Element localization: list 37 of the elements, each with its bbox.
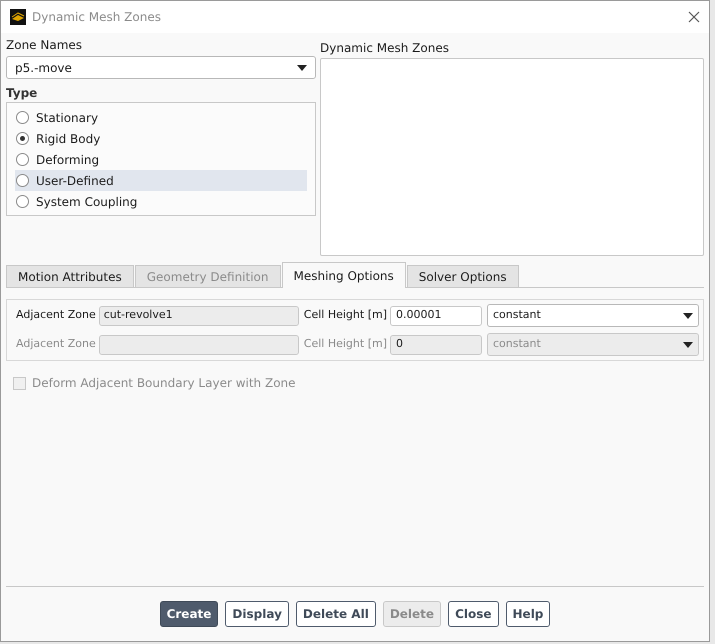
- action-button[interactable]: Delete All: [296, 601, 376, 627]
- adjacent-zone-field[interactable]: [98, 334, 299, 354]
- radio-button[interactable]: [16, 195, 29, 208]
- field-label: Cell Height [m]: [304, 307, 387, 324]
- radio-button[interactable]: [16, 111, 29, 124]
- radio-label: User-Defined: [36, 172, 114, 190]
- field-label: Zone Names: [6, 37, 84, 53]
- app-logo-icon: [10, 9, 26, 25]
- radio-label: Deforming: [36, 152, 100, 168]
- field-label: Adjacent Zone: [16, 307, 96, 324]
- radio-label: Stationary: [36, 110, 98, 126]
- list-label: Dynamic Mesh Zones: [320, 40, 450, 56]
- tab[interactable]: Motion Attributes: [6, 265, 134, 287]
- cell-height-field[interactable]: 0.00001: [390, 306, 482, 326]
- field-label: Cell Height [m]: [304, 336, 387, 352]
- adjacent-zone-field[interactable]: cut-revolve1: [98, 306, 299, 326]
- caret-icon: [297, 64, 307, 70]
- window-title: Dynamic Mesh Zones: [32, 9, 161, 26]
- tab[interactable]: Solver Options: [406, 265, 519, 287]
- caret-icon: [683, 312, 693, 318]
- action-button[interactable]: Display: [225, 601, 289, 627]
- radio-label: System Coupling: [36, 194, 138, 210]
- radio-button[interactable]: [16, 153, 29, 166]
- radio-button[interactable]: [16, 174, 29, 187]
- caret-icon: [683, 342, 693, 348]
- tab[interactable]: Meshing Options: [282, 262, 406, 288]
- action-button[interactable]: Help: [506, 601, 550, 627]
- profile-dropdown[interactable]: constant: [487, 304, 699, 327]
- field-label: Adjacent Zone: [16, 336, 96, 352]
- checkbox-label: Deform Adjacent Boundary Layer with Zone: [32, 375, 296, 392]
- radio-label: Rigid Body: [36, 130, 100, 148]
- action-button[interactable]: Close: [448, 601, 499, 627]
- radio-button[interactable]: [16, 132, 29, 145]
- section-label: Type: [6, 85, 38, 101]
- close-icon[interactable]: [688, 11, 700, 23]
- action-button[interactable]: Create: [160, 601, 218, 627]
- zone-names-dropdown[interactable]: p5.-move: [6, 56, 316, 79]
